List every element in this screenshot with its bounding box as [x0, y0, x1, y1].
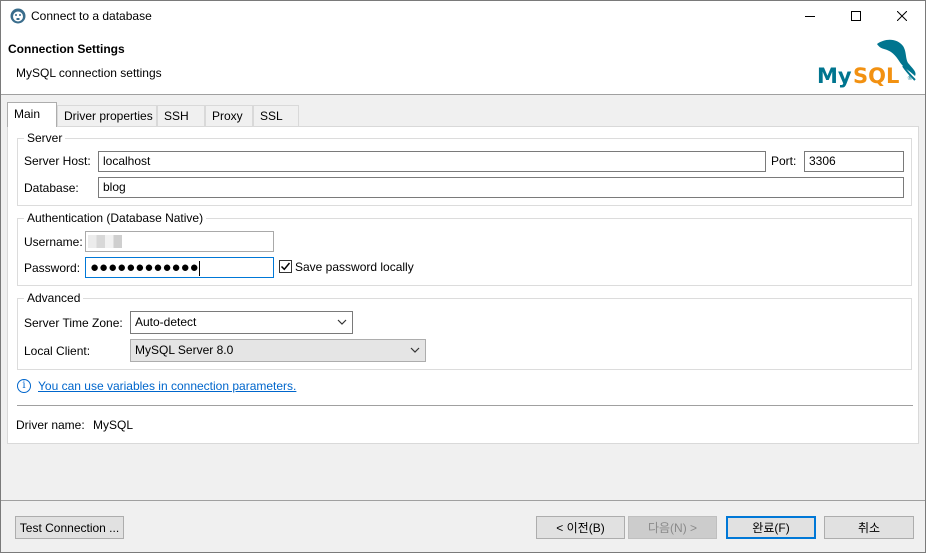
- svg-text:My: My: [817, 64, 852, 88]
- minimize-button[interactable]: [787, 1, 833, 31]
- finish-button[interactable]: 완료(F): [726, 516, 816, 539]
- test-connection-button[interactable]: Test Connection ...: [15, 516, 124, 539]
- tab-ssl-label: SSL: [260, 109, 283, 123]
- test-connection-label: Test Connection ...: [19, 520, 120, 535]
- maximize-icon: [851, 11, 861, 21]
- local-client-label: Local Client:: [24, 344, 91, 358]
- page-subtitle: MySQL connection settings: [16, 66, 162, 80]
- database-label: Database:: [24, 181, 79, 195]
- server-host-label: Server Host:: [24, 154, 91, 168]
- save-password-checkbox[interactable]: [279, 260, 292, 273]
- title-bar: Connect to a database: [1, 1, 925, 31]
- tab-main[interactable]: Main: [7, 102, 57, 127]
- tab-proxy[interactable]: Proxy: [205, 105, 253, 126]
- local-client-value: MySQL Server 8.0: [135, 343, 234, 357]
- redacted-username: [88, 235, 122, 248]
- divider: [17, 405, 913, 406]
- database-input[interactable]: blog: [98, 177, 904, 198]
- next-label: 다음(N) >: [647, 521, 698, 535]
- maximize-button[interactable]: [833, 1, 879, 31]
- password-mask: ●●●●●●●●●●●●: [90, 259, 199, 276]
- server-time-zone-label: Server Time Zone:: [24, 316, 123, 330]
- driver-name-value: MySQL: [93, 418, 134, 432]
- password-input[interactable]: ●●●●●●●●●●●●: [85, 257, 274, 278]
- svg-text:SQL: SQL: [853, 64, 899, 88]
- local-client-select[interactable]: MySQL Server 8.0: [130, 339, 426, 362]
- footer-divider: [1, 500, 925, 501]
- tab-main-label: Main: [14, 107, 41, 121]
- next-button[interactable]: 다음(N) >: [628, 516, 717, 539]
- authentication-group-label: Authentication (Database Native): [24, 211, 207, 225]
- chevron-down-icon: [337, 319, 347, 325]
- port-label: Port:: [771, 154, 797, 168]
- finish-label: 완료(F): [752, 521, 790, 535]
- advanced-group-label: Advanced: [24, 291, 84, 305]
- port-value: 3306: [809, 154, 836, 168]
- tab-ssl[interactable]: SSL: [253, 105, 299, 126]
- page-title: Connection Settings: [8, 42, 125, 56]
- window-title: Connect to a database: [31, 9, 152, 23]
- text-caret: [198, 261, 200, 277]
- cancel-label: 취소: [857, 521, 881, 535]
- driver-name-label: Driver name:: [16, 418, 85, 432]
- cancel-button[interactable]: 취소: [824, 516, 914, 539]
- check-icon: [280, 262, 291, 271]
- tab-proxy-label: Proxy: [212, 109, 243, 123]
- tab-ssh[interactable]: SSH: [157, 105, 205, 126]
- info-icon: i: [17, 379, 31, 393]
- server-time-zone-select[interactable]: Auto-detect: [130, 311, 353, 334]
- tab-driver-properties[interactable]: Driver properties: [57, 105, 157, 126]
- server-host-value: localhost: [103, 154, 151, 168]
- mysql-logo: My SQL ®: [817, 39, 916, 88]
- save-password-label[interactable]: Save password locally: [295, 260, 414, 274]
- chevron-down-icon: [410, 347, 420, 353]
- tab-driver-properties-label: Driver properties: [64, 109, 153, 123]
- port-input[interactable]: 3306: [804, 151, 904, 172]
- server-group-label: Server: [24, 131, 66, 145]
- back-button[interactable]: < 이전(B): [536, 516, 625, 539]
- server-time-zone-value: Auto-detect: [135, 315, 197, 329]
- dbeaver-app-icon: [10, 8, 26, 24]
- database-value: blog: [103, 180, 126, 194]
- connect-dialog: Connect to a database Connection Setting…: [0, 0, 926, 553]
- close-icon: [897, 11, 907, 21]
- username-input[interactable]: [85, 231, 274, 252]
- server-host-input[interactable]: localhost: [98, 151, 766, 172]
- dialog-header: Connection Settings MySQL connection set…: [1, 31, 925, 95]
- password-label: Password:: [24, 261, 81, 275]
- close-button[interactable]: [879, 1, 925, 31]
- back-label: < 이전(B): [556, 521, 605, 535]
- minimize-icon: [805, 16, 815, 17]
- svg-text:®: ®: [907, 75, 913, 82]
- tab-ssh-label: SSH: [164, 109, 189, 123]
- variables-help-link[interactable]: You can use variables in connection para…: [38, 379, 296, 393]
- username-label: Username:: [24, 235, 83, 249]
